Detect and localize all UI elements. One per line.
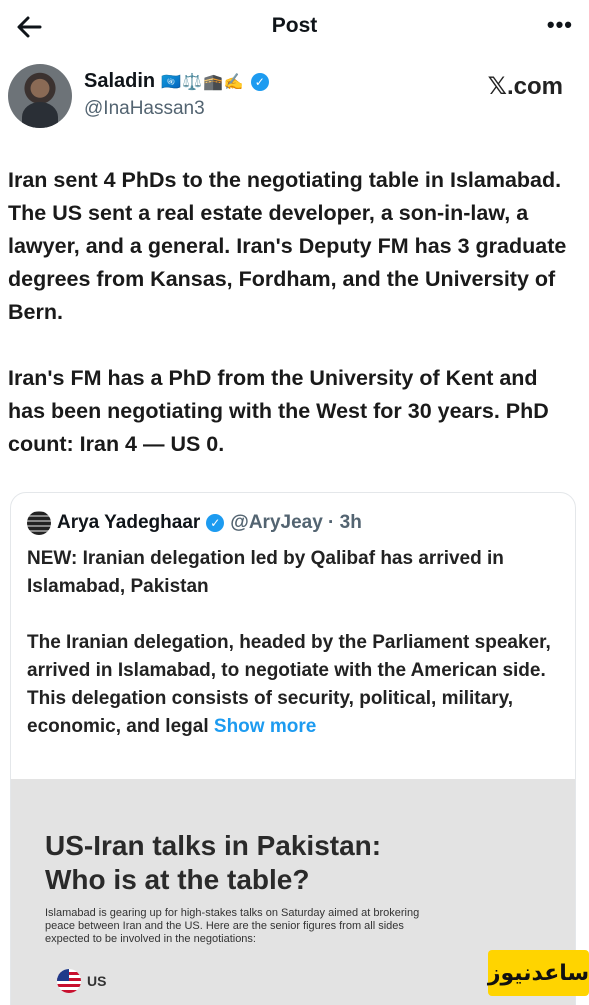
infographic-title-line: Who is at the table? bbox=[45, 864, 310, 895]
author-name[interactable]: Saladin bbox=[84, 70, 155, 93]
author-name-row: Saladin 🇺🇳⚖️🕋✍️ ✓ bbox=[84, 70, 269, 93]
us-flag-icon bbox=[57, 969, 81, 993]
quoted-post[interactable]: Arya Yadeghaar ✓ @AryJeay · 3h NEW: Iran… bbox=[10, 492, 576, 1005]
watermark-logo: ساعدنیوز bbox=[488, 950, 589, 996]
verified-badge-icon: ✓ bbox=[250, 72, 269, 91]
country-label: US bbox=[87, 973, 107, 989]
quoted-post-header: Arya Yadeghaar ✓ @AryJeay · 3h bbox=[27, 511, 362, 535]
show-more-link[interactable]: Show more bbox=[214, 716, 316, 737]
author-emojis: 🇺🇳⚖️🕋✍️ bbox=[161, 73, 245, 91]
quoted-author-name: Arya Yadeghaar bbox=[57, 512, 201, 533]
infographic-title-line: US-Iran talks in Pakistan: bbox=[45, 830, 382, 861]
more-horizontal-icon[interactable]: ••• bbox=[547, 12, 573, 38]
author-handle[interactable]: @InaHassan3 bbox=[84, 98, 205, 120]
infographic-title: US-Iran talks in Pakistan: Who is at the… bbox=[45, 829, 381, 897]
post-paragraph: Iran's FM has a PhD from the University … bbox=[8, 366, 549, 456]
site-logo: 𝕏.com bbox=[487, 73, 563, 100]
post-paragraph: Iran sent 4 PhDs to the negotiating tabl… bbox=[8, 168, 567, 324]
avatar[interactable] bbox=[8, 64, 72, 128]
quoted-paragraph: NEW: Iranian delegation led by Qalibaf h… bbox=[27, 548, 504, 597]
quoted-paragraph: The Iranian delegation, headed by the Pa… bbox=[27, 629, 567, 741]
quoted-post-text: NEW: Iranian delegation led by Qalibaf h… bbox=[27, 545, 567, 741]
top-bar: Post ••• bbox=[0, 0, 589, 54]
quoted-avatar bbox=[27, 511, 51, 535]
post-text: Iran sent 4 PhDs to the negotiating tabl… bbox=[8, 164, 580, 461]
quoted-handle-time: @AryJeay · 3h bbox=[230, 512, 362, 533]
verified-badge-icon: ✓ bbox=[206, 514, 225, 532]
page-title: Post bbox=[271, 14, 318, 37]
post-author: Saladin 🇺🇳⚖️🕋✍️ ✓ @InaHassan3 𝕏.com bbox=[8, 64, 581, 132]
infographic-subtitle: Islamabad is gearing up for high-stakes … bbox=[45, 907, 420, 945]
